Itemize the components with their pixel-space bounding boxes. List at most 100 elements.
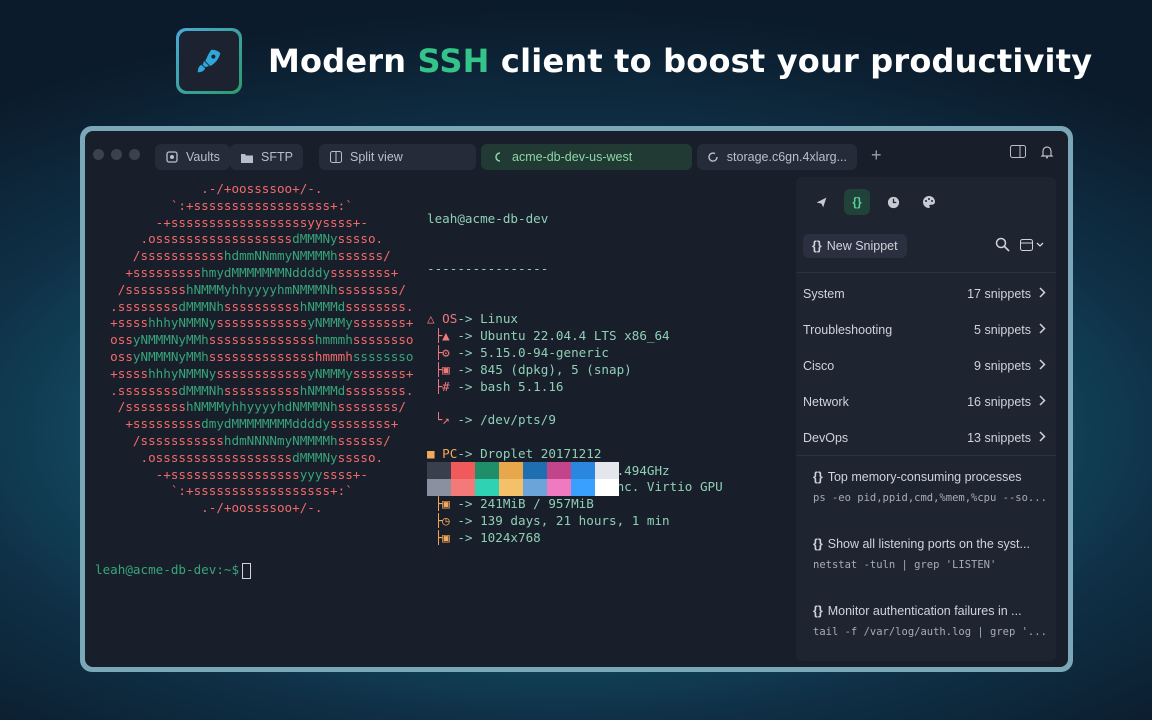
- bell-icon[interactable]: [1040, 145, 1054, 164]
- history-icon[interactable]: [880, 189, 906, 215]
- category-count: 17 snippets: [967, 287, 1031, 301]
- ascii-line: +sssshhhyNMMNyssssssssssssyNMMMysssssss+: [95, 365, 414, 381]
- info-row: ■ PC-> Droplet 20171212: [427, 445, 602, 461]
- info-underline: ----------------: [427, 260, 549, 276]
- app-logo: [176, 28, 242, 94]
- folder-icon: [240, 150, 254, 164]
- cursor: [242, 562, 252, 579]
- chevron-right-icon: [1039, 431, 1046, 445]
- info-row: ├▣ -> 845 (dpkg), 5 (snap): [427, 361, 632, 377]
- new-tab-button[interactable]: +: [871, 145, 882, 166]
- palette-swatch: [547, 462, 571, 479]
- color-palette: [427, 462, 619, 496]
- info-row: ├▲ -> Ubuntu 22.04.4 LTS x86_64: [427, 328, 670, 344]
- app-frame: Vaults SFTP Split view acme-db-dev-us-we…: [80, 126, 1073, 672]
- window-controls: [93, 148, 140, 160]
- category-system[interactable]: System 17 snippets: [803, 284, 1046, 304]
- palette-swatch: [475, 479, 499, 496]
- ascii-line: /sssssssshNMMMyhhyyyyhdNMMMNhssssssss/: [95, 399, 406, 415]
- system-info: leah@acme-db-dev ---------------- △ OS->…: [427, 177, 723, 580]
- snippet-item[interactable]: {} Monitor authentication failures in ...…: [813, 604, 1046, 638]
- chevron-right-icon: [1039, 359, 1046, 373]
- divider: [796, 455, 1056, 456]
- rocket-icon: [197, 49, 221, 73]
- ascii-line: /ssssssssssshdmmNNmmyNMMMMhssssss/: [95, 248, 391, 264]
- chevron-right-icon: [1039, 395, 1046, 409]
- palette-swatch: [427, 462, 451, 479]
- category-count: 5 snippets: [974, 323, 1031, 337]
- category-name: System: [803, 287, 845, 301]
- ascii-line: ossyNMMMNyMMhsssssssssssssshmmmhssssssso: [95, 348, 414, 364]
- close-button[interactable]: [93, 148, 104, 160]
- search-icon[interactable]: [995, 237, 1010, 257]
- snippet-title: {} Show all listening ports on the syst..…: [813, 537, 1030, 551]
- palette-swatch: [523, 462, 547, 479]
- category-name: Network: [803, 395, 849, 409]
- category-devops[interactable]: DevOps 13 snippets: [803, 428, 1046, 448]
- sidebar-toggle-icon[interactable]: [1010, 145, 1026, 164]
- ascii-line: .ssssssssdMMMNhsssssssssshNMMMdssssssss.: [95, 298, 414, 314]
- ascii-line: .-/+oossssoo+/-.: [95, 181, 323, 196]
- ascii-line: +sssshhhyNMMNyssssssssssssyNMMMysssssss+: [95, 315, 414, 331]
- ascii-line: .ossssssssssssssssssdMMMNysssso.: [95, 449, 384, 465]
- tab-sftp[interactable]: SFTP: [230, 144, 303, 170]
- ascii-line: -+sssssssssssssssssyyyssss+-: [95, 466, 368, 482]
- snippet-title: {} Monitor authentication failures in ...: [813, 604, 1022, 618]
- category-troubleshooting[interactable]: Troubleshooting 5 snippets: [803, 320, 1046, 340]
- ascii-line: /sssssssshNMMMyhhyyyyhmNMMMNhssssssss/: [95, 281, 406, 297]
- rocket-icon[interactable]: [808, 189, 834, 215]
- palette-swatch: [547, 479, 571, 496]
- palette-swatch: [427, 479, 451, 496]
- info-row: ├◷ -> 139 days, 21 hours, 1 min: [427, 512, 670, 528]
- info-row: └↗ -> /dev/pts/9: [427, 412, 556, 428]
- braces-icon: {}: [813, 470, 823, 484]
- tab-split-view[interactable]: Split view: [319, 144, 476, 170]
- category-count: 16 snippets: [967, 395, 1031, 409]
- snippet-title: {} Top memory-consuming processes: [813, 470, 1022, 484]
- calendar-dropdown-icon[interactable]: [1020, 238, 1046, 257]
- info-row: ├⚙ -> 5.15.0-94-generic: [427, 344, 609, 360]
- terminal-view[interactable]: .-/+oossssoo+/-. `:+ssssssssssssssssss+:…: [85, 177, 796, 667]
- divider: [796, 272, 1056, 273]
- braces-icon: {}: [812, 239, 822, 253]
- chevron-right-icon: [1039, 323, 1046, 337]
- minimize-button[interactable]: [111, 148, 122, 160]
- info-row: ├# -> bash 5.1.16: [427, 378, 564, 394]
- ascii-line: .-/+oossssoo+/-.: [95, 500, 323, 516]
- category-name: Cisco: [803, 359, 835, 373]
- snippet-command: tail -f /var/log/auth.log | grep '...: [813, 626, 1046, 638]
- host-icon: [491, 150, 505, 164]
- snippets-tab-button[interactable]: {}: [844, 189, 870, 215]
- chevron-right-icon: [1039, 287, 1046, 301]
- palette-icon[interactable]: [916, 189, 942, 215]
- braces-icon: {}: [813, 604, 823, 618]
- category-network[interactable]: Network 16 snippets: [803, 392, 1046, 412]
- braces-icon: {}: [813, 537, 823, 551]
- ascii-line: .ossssssssssssssssssdMMMNysssso.: [95, 231, 384, 247]
- snippet-item[interactable]: {} Show all listening ports on the syst..…: [813, 537, 1046, 571]
- shell-prompt[interactable]: leah@acme-db-dev:~$: [95, 562, 252, 579]
- palette-swatch: [571, 462, 595, 479]
- app-window: Vaults SFTP Split view acme-db-dev-us-we…: [85, 131, 1068, 667]
- info-row: ├▣ -> 241MiB / 957MiB: [427, 496, 594, 512]
- category-cisco[interactable]: Cisco 9 snippets: [803, 356, 1046, 376]
- ascii-line: `:+ssssssssssssssssss+:`: [95, 483, 353, 499]
- spinner-icon: [707, 150, 720, 164]
- palette-swatch: [451, 462, 475, 479]
- tab-acme-db-dev[interactable]: acme-db-dev-us-west: [481, 144, 692, 170]
- palette-swatch: [499, 462, 523, 479]
- tab-vaults[interactable]: Vaults: [155, 144, 230, 170]
- panel-toolbar: {}: [808, 189, 1056, 215]
- titlebar-actions: [1010, 145, 1054, 164]
- tab-storage[interactable]: storage.c6gn.4xlarg...: [697, 144, 857, 170]
- palette-swatch: [475, 462, 499, 479]
- snippet-item[interactable]: {} Top memory-consuming processes ps -eo p…: [813, 470, 1046, 504]
- maximize-button[interactable]: [129, 148, 140, 160]
- category-count: 13 snippets: [967, 431, 1031, 445]
- palette-swatch: [571, 479, 595, 496]
- new-snippet-button[interactable]: {} New Snippet: [803, 234, 907, 258]
- hero-header: Modern SSH client to boost your producti…: [176, 28, 1092, 94]
- ascii-line: ossyNMMMNyMMhsssssssssssssshmmmhssssssso: [95, 332, 414, 348]
- split-icon: [329, 150, 343, 164]
- ascii-logo: .-/+oossssoo+/-. `:+ssssssssssssssssss+:…: [95, 181, 414, 517]
